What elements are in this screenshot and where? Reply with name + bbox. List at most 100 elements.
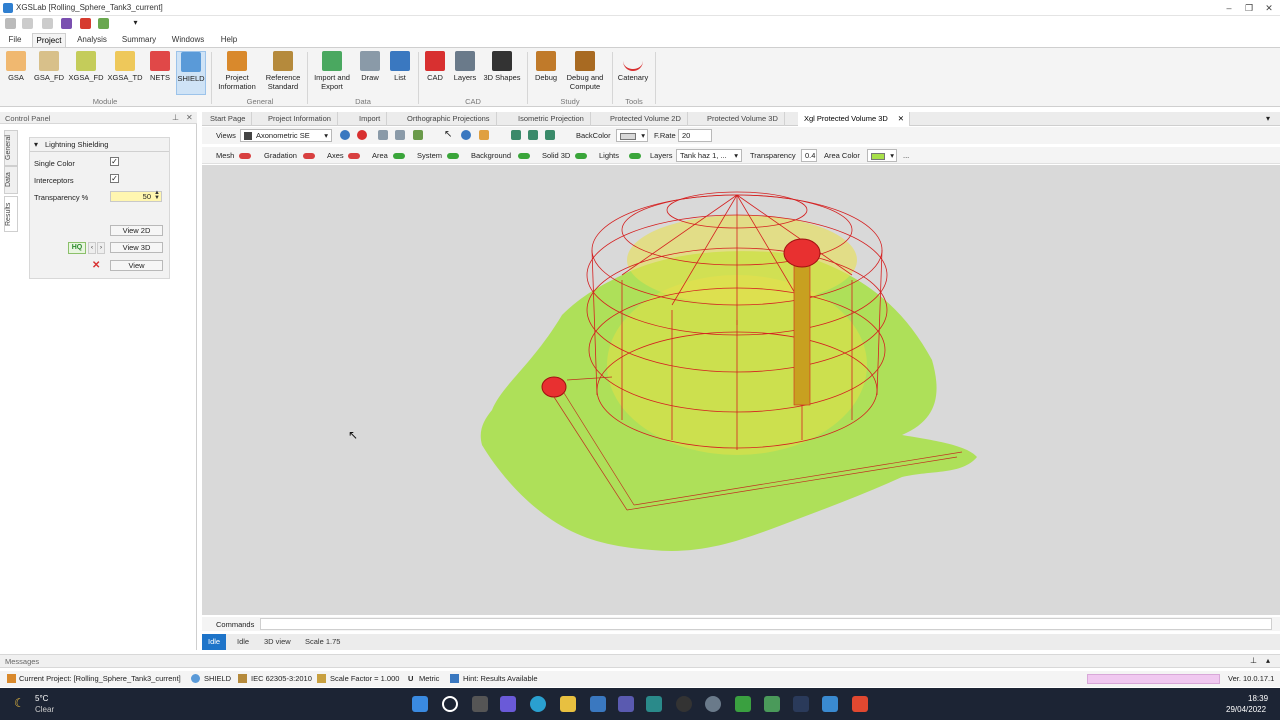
- app-icon[interactable]: [852, 696, 868, 712]
- view-3d-button[interactable]: View 3D: [110, 242, 163, 253]
- tab-protected-volume-3d[interactable]: Protected Volume 3D: [701, 112, 785, 126]
- side-tab-results[interactable]: Results: [4, 196, 18, 232]
- axes-toggle[interactable]: [348, 153, 360, 159]
- file-explorer-icon[interactable]: [560, 696, 576, 712]
- app-icon[interactable]: [822, 696, 838, 712]
- background-toggle[interactable]: [518, 153, 530, 159]
- close-tab-icon[interactable]: ✕: [898, 112, 904, 126]
- prev-arrow-icon[interactable]: ‹: [88, 242, 96, 254]
- close-button[interactable]: ✕: [1262, 2, 1276, 14]
- command-input[interactable]: [260, 618, 1272, 630]
- refresh-view-icon[interactable]: [340, 130, 350, 140]
- new-icon[interactable]: [22, 18, 33, 29]
- xgslab-icon[interactable]: [764, 696, 780, 712]
- 3d-viewport[interactable]: ↖: [202, 165, 1280, 615]
- 3d-shapes-button[interactable]: 3D Shapes: [482, 51, 522, 82]
- module-gsa-fd-button[interactable]: GSA_FD: [33, 51, 65, 82]
- module-xgsa-td-button[interactable]: XGSA_TD: [107, 51, 143, 82]
- tilt-icon[interactable]: [528, 130, 538, 140]
- module-shield-button[interactable]: SHIELD: [176, 51, 206, 95]
- layers-dropdown[interactable]: Tank haz 1, ... ▾: [676, 149, 742, 162]
- tab-list-dropdown-icon[interactable]: ▾: [1266, 114, 1270, 123]
- tab-windows[interactable]: Windows: [168, 33, 208, 47]
- project-information-button[interactable]: Project Information: [216, 51, 258, 91]
- single-color-checkbox[interactable]: ✓: [110, 157, 119, 166]
- debug-button[interactable]: Debug: [531, 51, 561, 82]
- stop-icon[interactable]: [357, 130, 367, 140]
- save-icon[interactable]: [61, 18, 72, 29]
- settings-gear-icon[interactable]: [705, 696, 721, 712]
- transparency-input[interactable]: 0.4: [801, 149, 817, 162]
- maximize-button[interactable]: ❐: [1242, 2, 1256, 14]
- screenshot-icon[interactable]: [413, 130, 423, 140]
- search-icon[interactable]: [442, 696, 458, 712]
- tab-project-information[interactable]: Project Information: [262, 112, 338, 126]
- area-toggle[interactable]: [393, 153, 405, 159]
- minimize-button[interactable]: –: [1222, 2, 1236, 14]
- app-icon[interactable]: [646, 696, 662, 712]
- side-tab-general[interactable]: General: [4, 130, 18, 166]
- module-gsa-button[interactable]: GSA: [3, 51, 29, 82]
- mesh-toggle[interactable]: [239, 153, 251, 159]
- hq-toggle[interactable]: HQ: [68, 242, 86, 254]
- tab-help[interactable]: Help: [215, 33, 243, 47]
- import-export-button[interactable]: Import and Export: [311, 51, 353, 91]
- tab-isometric-projection[interactable]: Isometric Projection: [512, 112, 591, 126]
- open-icon[interactable]: [42, 18, 53, 29]
- reference-standard-button[interactable]: Reference Standard: [262, 51, 304, 91]
- layers-button[interactable]: Layers: [451, 51, 479, 82]
- tab-start-page[interactable]: Start Page: [204, 112, 253, 126]
- module-nets-button[interactable]: NETS: [146, 51, 174, 82]
- close-panel-icon[interactable]: ✕: [186, 113, 193, 122]
- zoom-extents-icon[interactable]: [378, 130, 388, 140]
- tab-project[interactable]: Project: [32, 33, 66, 47]
- debug-compute-button[interactable]: Debug and Compute: [563, 51, 607, 91]
- tab-file[interactable]: File: [4, 33, 26, 47]
- tab-orthographic-projections[interactable]: Orthographic Projections: [401, 112, 497, 126]
- tab-summary[interactable]: Summary: [119, 33, 159, 47]
- select-cursor-icon[interactable]: ↖: [444, 130, 454, 140]
- draw-button[interactable]: Draw: [357, 51, 383, 82]
- expand-icon[interactable]: ▴: [1266, 656, 1270, 665]
- lights-toggle[interactable]: [629, 153, 641, 159]
- start-icon[interactable]: [412, 696, 428, 712]
- side-tab-data[interactable]: Data: [4, 166, 18, 194]
- system-toggle[interactable]: [447, 153, 459, 159]
- task-view-icon[interactable]: [472, 696, 488, 712]
- axis-icon[interactable]: [545, 130, 555, 140]
- chat-icon[interactable]: [500, 696, 516, 712]
- cad-button[interactable]: CAD: [422, 51, 448, 82]
- list-button[interactable]: List: [388, 51, 412, 82]
- customize-icon[interactable]: ▾: [130, 18, 141, 29]
- orbit-icon[interactable]: [511, 130, 521, 140]
- collapse-icon[interactable]: ▾: [34, 140, 38, 149]
- more-options-button[interactable]: ...: [903, 151, 909, 160]
- pan-hand-icon[interactable]: [479, 130, 489, 140]
- pin-icon[interactable]: ⊥: [1250, 656, 1257, 665]
- edge-icon[interactable]: [530, 696, 546, 712]
- app-icon[interactable]: [735, 696, 751, 712]
- tab-xgl-protected-volume-3d[interactable]: Xgl Protected Volume 3D ✕: [798, 112, 910, 126]
- back-icon[interactable]: [5, 18, 16, 29]
- area-color-picker[interactable]: ▾: [867, 149, 897, 162]
- interceptors-checkbox[interactable]: ✓: [110, 174, 119, 183]
- module-xgsa-fd-button[interactable]: XGSA_FD: [68, 51, 104, 82]
- backcolor-picker[interactable]: ▾: [616, 129, 648, 142]
- gradation-toggle[interactable]: [303, 153, 315, 159]
- close-project-icon[interactable]: [80, 18, 91, 29]
- tab-import[interactable]: Import: [353, 112, 388, 126]
- tab-analysis[interactable]: Analysis: [74, 33, 110, 47]
- views-dropdown[interactable]: Axonometric SE ▾: [240, 129, 332, 142]
- catenary-button[interactable]: Catenary: [616, 51, 650, 82]
- spinner-arrows-icon[interactable]: ▲ ▼: [154, 190, 160, 201]
- frate-input[interactable]: 20: [678, 129, 712, 142]
- run-icon[interactable]: [98, 18, 109, 29]
- next-arrow-icon[interactable]: ›: [97, 242, 105, 254]
- solid3d-toggle[interactable]: [575, 153, 587, 159]
- pin-icon[interactable]: ⊥: [172, 113, 179, 122]
- outlook-icon[interactable]: [590, 696, 606, 712]
- view-button[interactable]: View: [110, 260, 163, 271]
- tc-icon[interactable]: [793, 696, 809, 712]
- teams-icon[interactable]: [618, 696, 634, 712]
- view-2d-button[interactable]: View 2D: [110, 225, 163, 236]
